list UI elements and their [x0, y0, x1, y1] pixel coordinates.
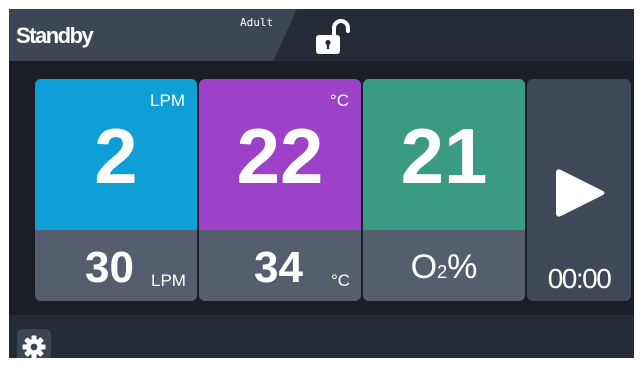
oxygen-setpoint-value: 21: [400, 112, 488, 200]
oxygen-actual-panel: O2%: [363, 230, 525, 301]
flow-actual-panel: 30 LPM: [35, 230, 197, 301]
oxygen-label-letter: O: [410, 248, 438, 286]
oxygen-label: O2%: [363, 250, 525, 284]
flow-actual-value: 30: [85, 243, 134, 292]
play-icon: [556, 169, 605, 217]
header-bar: Standby Adult: [9, 9, 634, 61]
footer-bar: [9, 315, 634, 358]
temperature-actual-panel: 34 °C: [199, 230, 361, 301]
flow-unit-label: LPM: [150, 91, 185, 110]
temperature-setpoint-value: 22: [236, 112, 324, 200]
patient-type-label: Adult: [240, 16, 274, 29]
settings-button[interactable]: [17, 329, 51, 358]
unlocked-padlock-icon[interactable]: [313, 17, 353, 57]
temperature-unit-label: °C: [329, 91, 349, 110]
timer-value: 00:00: [547, 263, 612, 294]
gear-icon: [22, 335, 46, 358]
flow-setpoint-value: 2: [94, 112, 138, 200]
mode-tab: Standby Adult: [9, 9, 297, 61]
mode-label: Standby: [16, 23, 93, 48]
flow-tile[interactable]: LPM 2 30 LPM: [35, 79, 197, 301]
flow-setpoint-panel[interactable]: LPM 2: [35, 79, 197, 230]
oxygen-label-subscript: 2: [437, 262, 448, 282]
oxygen-label-percent: %: [447, 248, 478, 286]
flow-actual-unit: LPM: [151, 271, 186, 290]
device-screen: Standby Adult LPM 2 30 LPM °C 22 34 °C 2…: [9, 9, 634, 358]
oxygen-setpoint-panel[interactable]: 21: [363, 79, 525, 230]
temperature-actual-unit: °C: [331, 271, 351, 290]
temperature-tile[interactable]: °C 22 34 °C: [199, 79, 361, 301]
temperature-setpoint-panel[interactable]: °C 22: [199, 79, 361, 230]
temperature-actual-value: 34: [254, 243, 303, 292]
start-button[interactable]: 00:00: [527, 79, 631, 301]
oxygen-tile[interactable]: 21 O2%: [363, 79, 525, 301]
